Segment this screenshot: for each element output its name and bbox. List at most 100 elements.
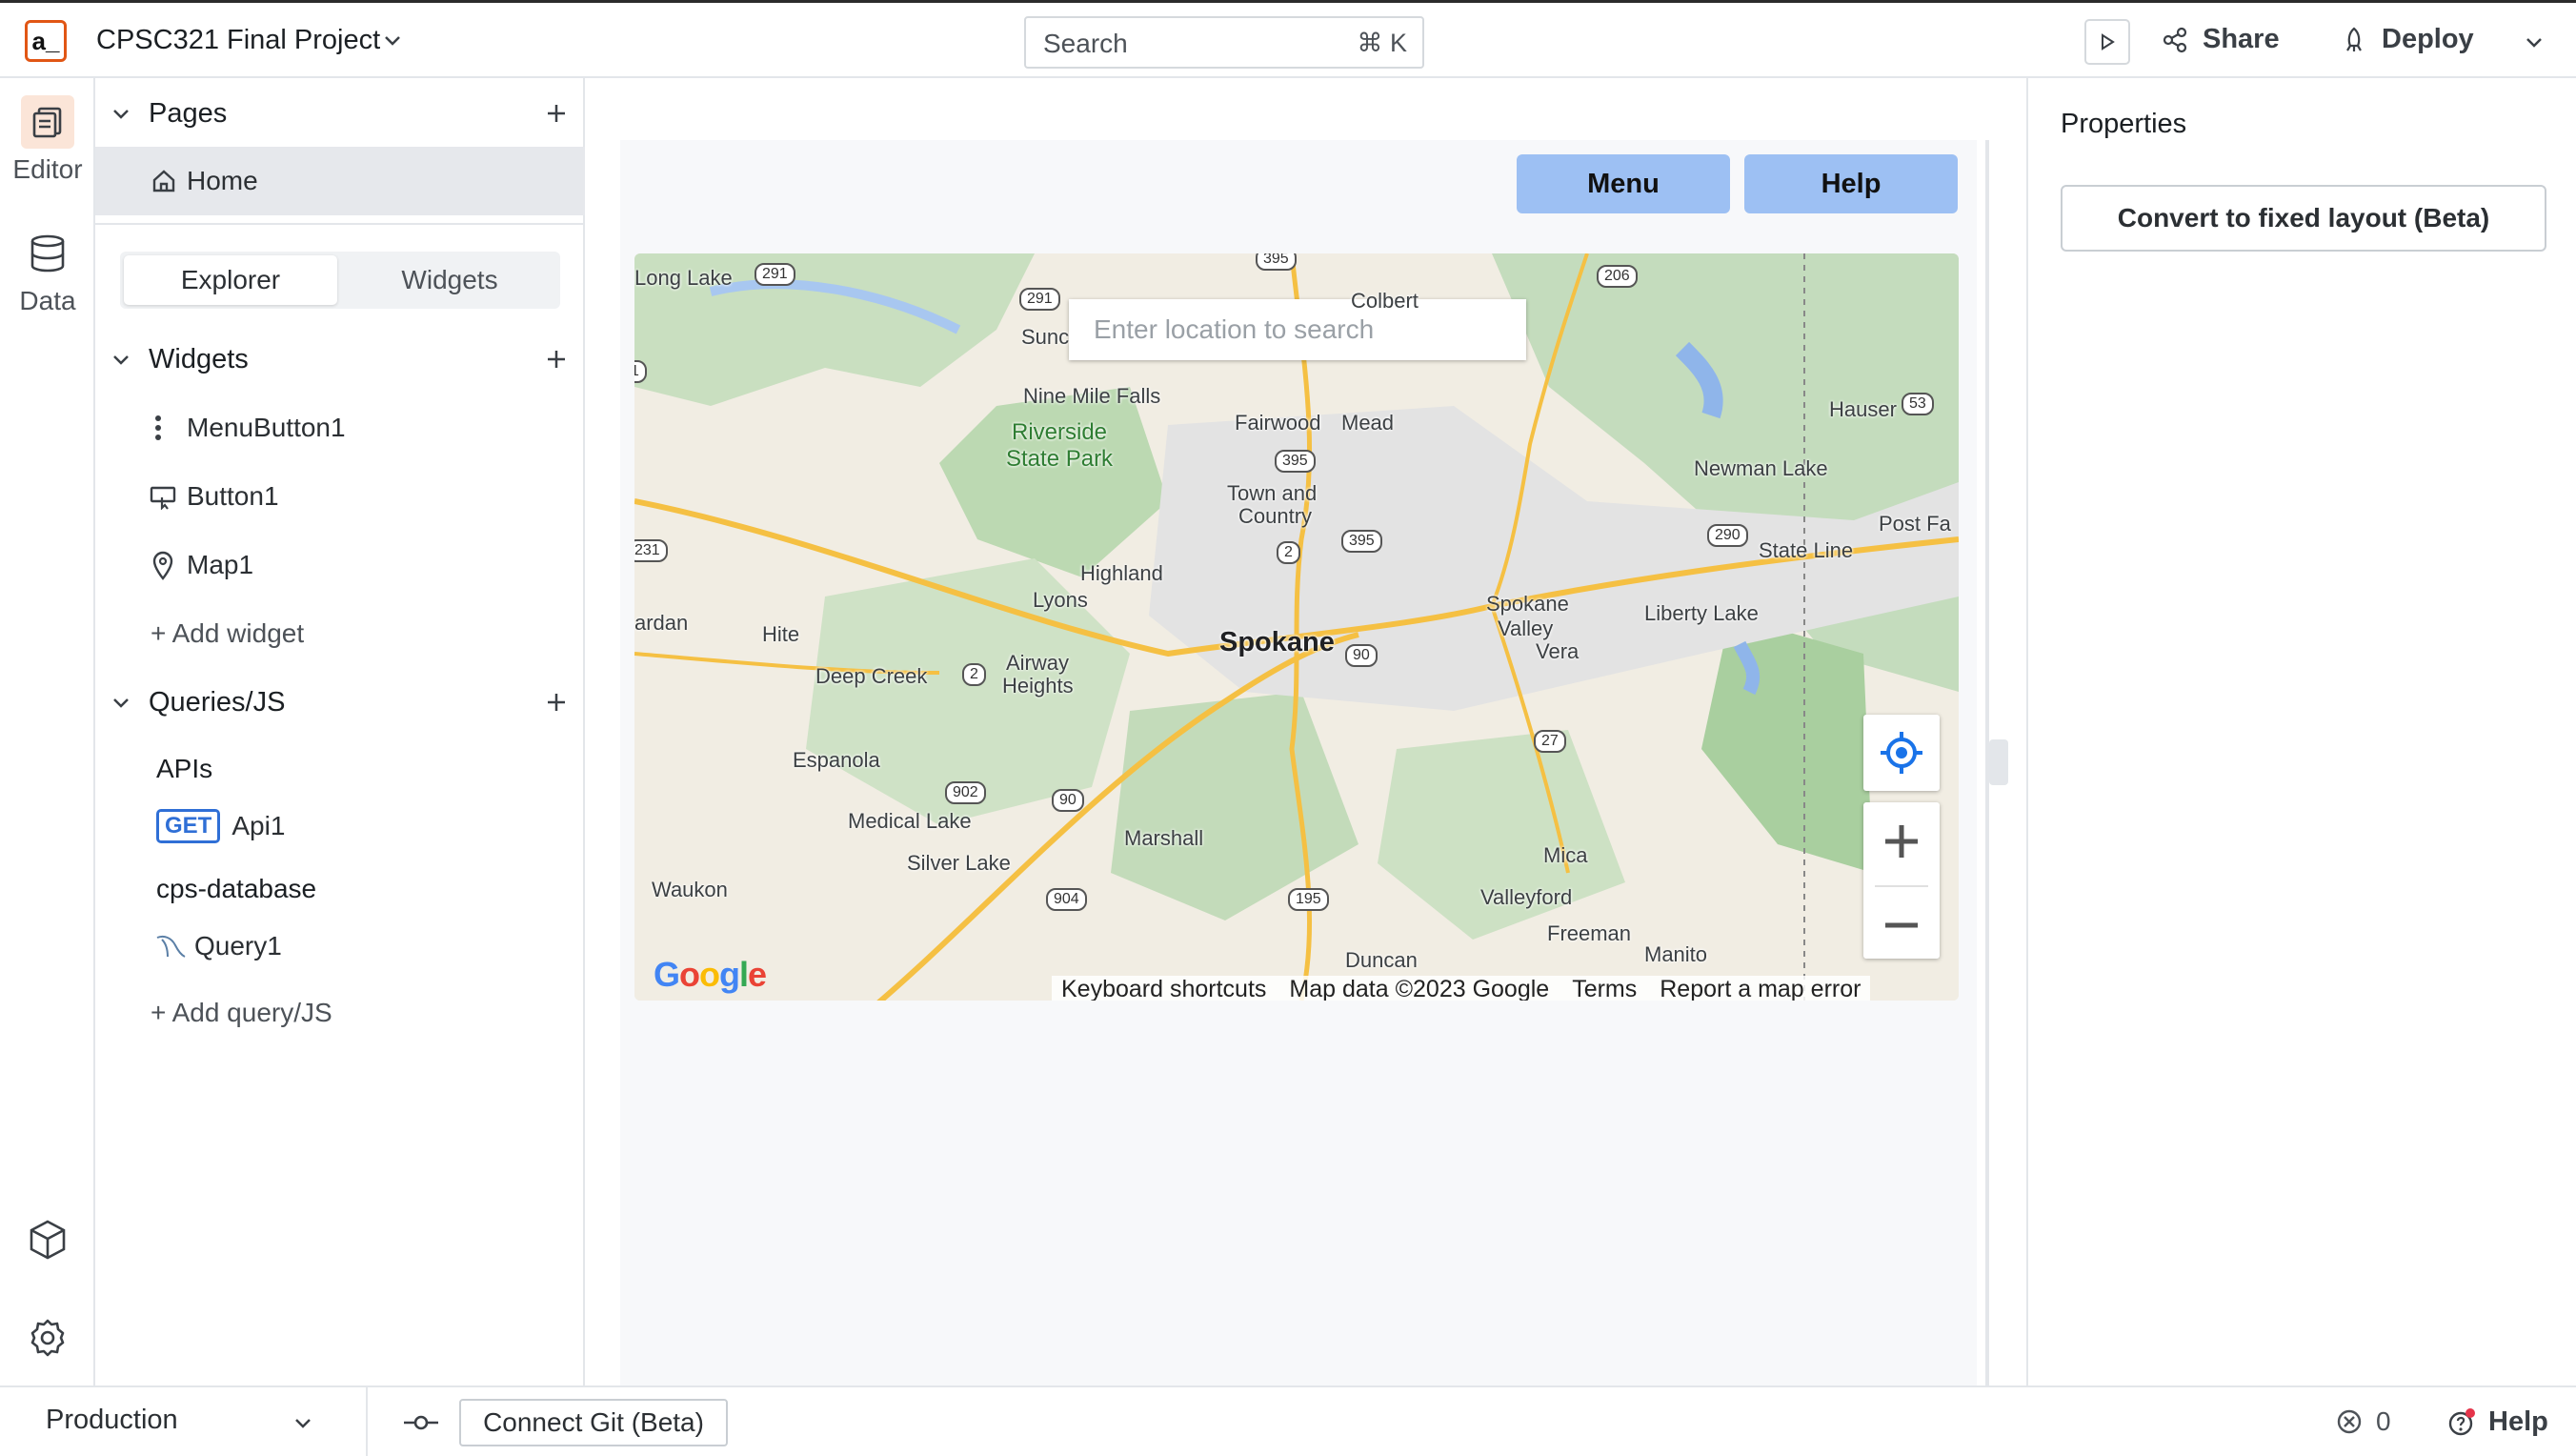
button-widget-icon: [150, 486, 176, 510]
map-label: State Line: [1759, 538, 1854, 562]
convert-fixed-layout-button[interactable]: Convert to fixed layout (Beta): [2061, 185, 2546, 252]
help-widget-button[interactable]: Help: [1744, 154, 1958, 213]
help-label: Help: [2488, 1406, 2548, 1437]
map-label: Nine Mile Falls: [1023, 384, 1161, 408]
panel-resize-handle[interactable]: [1989, 739, 2008, 785]
map-label: Fairwood: [1235, 411, 1321, 435]
search-shortcut: ⌘ K: [1357, 29, 1407, 57]
widget-item-button[interactable]: Button1: [95, 463, 585, 530]
zoom-in-icon[interactable]: [1863, 802, 1940, 880]
map-attribution-bar: Keyboard shortcuts Map data ©2023 Google…: [1052, 976, 1871, 1001]
deploy-button[interactable]: Deploy: [2340, 24, 2474, 55]
pages-header: Pages: [149, 97, 228, 129]
queries-header: Queries/JS: [149, 686, 286, 718]
chevron-down-icon[interactable]: [382, 30, 403, 51]
widgets-section-header[interactable]: Widgets: [95, 326, 585, 393]
map-label: Long Lake: [634, 266, 733, 290]
widget-label-button: Button1: [187, 481, 279, 511]
highway-shield: 90: [1345, 644, 1378, 667]
connect-git-button[interactable]: Connect Git (Beta): [459, 1399, 728, 1446]
chevron-down-icon[interactable]: [292, 1412, 314, 1435]
menu-widget-button[interactable]: Menu: [1517, 154, 1730, 213]
appsmith-logo[interactable]: a_: [25, 20, 67, 62]
widget-label-map: Map1: [187, 550, 254, 579]
map-data-text: Map data ©2023 Google: [1289, 976, 1550, 1001]
add-query-link[interactable]: + Add query/JS: [95, 980, 585, 1046]
crosshair-icon: [1881, 732, 1922, 774]
home-icon: [152, 170, 175, 192]
query-item-api1[interactable]: GET Api1: [95, 793, 585, 859]
zoom-out-icon[interactable]: [1863, 887, 1940, 963]
map-label: Town and: [1227, 481, 1318, 505]
page-item-home[interactable]: Home: [95, 147, 585, 215]
query-name: Query1: [194, 931, 282, 961]
map-label: Manito: [1644, 942, 1708, 966]
api-name: Api1: [231, 811, 286, 840]
search-label: Search: [1043, 29, 1128, 58]
map-label: Mica: [1543, 843, 1588, 867]
map-label: Freeman: [1547, 921, 1632, 945]
search-input[interactable]: Search ⌘ K: [1024, 16, 1424, 69]
map-label: Colbert: [1351, 289, 1419, 313]
widget-item-menubutton[interactable]: MenuButton1: [95, 394, 585, 461]
tab-explorer[interactable]: Explorer: [124, 255, 337, 305]
rocket-icon: [2346, 27, 2362, 51]
error-counter[interactable]: 0: [2336, 1406, 2391, 1437]
widget-item-map[interactable]: Map1: [95, 532, 585, 598]
keyboard-shortcuts-link[interactable]: Keyboard shortcuts: [1061, 976, 1266, 1001]
share-label: Share: [2203, 24, 2280, 54]
map-label: State Park: [1006, 446, 1114, 472]
add-widget-link[interactable]: + Add widget: [95, 600, 585, 667]
environment-select[interactable]: Production: [46, 1405, 178, 1436]
mysql-dolphin-icon: [156, 935, 186, 958]
highway-shield: 90: [1052, 789, 1084, 812]
get-method-badge: GET: [156, 809, 221, 843]
highway-shield: 395: [1275, 450, 1316, 473]
tab-widgets[interactable]: Widgets: [343, 255, 556, 305]
map-label: Lyons: [1033, 588, 1088, 612]
rail-data[interactable]: Data: [0, 227, 95, 316]
rail-editor[interactable]: Editor: [0, 95, 95, 185]
chevron-down-icon: [113, 110, 129, 119]
git-commit-icon: [404, 1415, 438, 1430]
rail-packages[interactable]: [0, 1218, 95, 1268]
terms-link[interactable]: Terms: [1572, 976, 1637, 1001]
bottom-bar: Production Connect Git (Beta) 0 Help: [0, 1385, 2576, 1456]
map-label: Deep Creek: [815, 664, 928, 688]
chevron-down-icon: [113, 355, 129, 365]
share-button[interactable]: Share: [2161, 24, 2280, 55]
query-item-query1[interactable]: Query1: [95, 913, 585, 980]
map-label-city: Spokane: [1219, 627, 1335, 657]
my-location-button[interactable]: [1863, 715, 1940, 791]
rail-data-label: Data: [19, 286, 76, 315]
map-label: Liberty Lake: [1644, 601, 1759, 625]
map-label: Airway: [1006, 651, 1070, 675]
add-page-plus-icon[interactable]: [545, 102, 568, 125]
menu-button-icon: [155, 415, 161, 440]
report-map-error-link[interactable]: Report a map error: [1660, 976, 1861, 1001]
add-query-plus-icon[interactable]: [545, 691, 568, 714]
map-location-search-input[interactable]: Enter location to search: [1069, 299, 1526, 360]
map-label: ardan: [634, 611, 689, 635]
google-logo: Google: [654, 955, 767, 994]
add-widget-plus-icon[interactable]: [545, 348, 568, 371]
app-title[interactable]: CPSC321 Final Project: [96, 25, 380, 56]
queries-section-header[interactable]: Queries/JS: [95, 669, 585, 736]
chevron-down-icon: [113, 698, 129, 708]
map-widget[interactable]: Enter location to search Long Lake Sunc …: [634, 253, 1959, 1001]
explorer-widgets-toggle: Explorer Widgets: [120, 252, 560, 309]
deploy-options-chevron-icon[interactable]: [2523, 31, 2546, 54]
preview-button[interactable]: [2084, 19, 2130, 65]
highway-shield: 231: [634, 539, 668, 562]
add-query-label: + Add query/JS: [151, 998, 332, 1027]
help-button[interactable]: Help: [2446, 1406, 2548, 1438]
pages-section-header[interactable]: Pages: [95, 80, 585, 147]
rail-editor-label: Editor: [12, 154, 83, 184]
help-icon: [2448, 1407, 2475, 1435]
map-label: Valley: [1498, 617, 1554, 640]
add-widget-label: + Add widget: [151, 618, 305, 648]
highway-shield: 291: [755, 263, 795, 286]
map-label: Hite: [762, 622, 800, 646]
rail-settings[interactable]: [0, 1317, 95, 1365]
map-label: Post Fa: [1879, 512, 1951, 536]
